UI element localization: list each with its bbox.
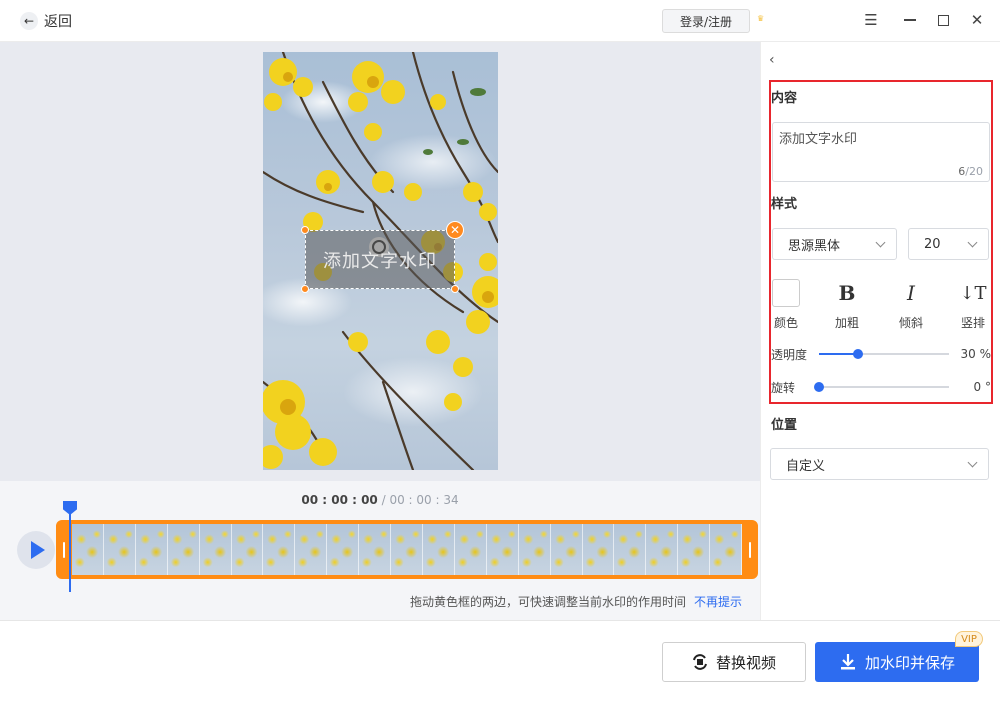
replace-video-label: 替换视频 xyxy=(715,653,776,672)
current-time: 00 : 00 : 00 xyxy=(301,493,378,507)
chevron-down-icon xyxy=(875,237,886,247)
vertical-text-icon: ↓T xyxy=(959,282,987,304)
position-value: 自定义 xyxy=(786,458,826,474)
watermark-delete-icon[interactable]: ✕ xyxy=(446,221,464,239)
font-size-select[interactable]: 20 xyxy=(908,228,989,260)
close-icon[interactable]: ✕ xyxy=(969,11,985,29)
vip-crown-icon: ♛ xyxy=(757,14,765,23)
trim-handle-right[interactable] xyxy=(749,542,751,558)
watermark-text-box[interactable]: 添加文字水印 xyxy=(305,230,455,289)
bold-button[interactable]: B 加粗 xyxy=(827,278,867,331)
title-bar: ← 返回 登录/注册 ♛ ☰ ✕ xyxy=(0,0,1000,42)
watermark-settings-panel: ‹ 内容 添加文字水印 6/20 样式 思源黑体 20 颜色 B 加粗 I 倾斜… xyxy=(760,42,1000,620)
resize-handle[interactable] xyxy=(301,226,309,234)
color-button[interactable]: 颜色 xyxy=(766,278,806,331)
italic-label: 倾斜 xyxy=(898,316,923,330)
content-title: 内容 xyxy=(771,91,798,106)
rotation-value: 0 ° xyxy=(973,380,991,394)
color-swatch xyxy=(772,279,800,307)
maximize-icon[interactable] xyxy=(935,12,951,28)
play-button[interactable] xyxy=(17,531,55,569)
rotation-slider-row: 旋转 0 ° xyxy=(771,379,991,395)
bold-label: 加粗 xyxy=(834,316,859,330)
watermark-duration-track[interactable] xyxy=(56,520,758,579)
timeline-hint: 拖动黄色框的两边，可快速调整当前水印的作用时间 不再提示 xyxy=(410,593,742,610)
login-register-button[interactable]: 登录/注册 xyxy=(662,9,750,33)
rotation-slider-thumb[interactable] xyxy=(814,382,824,392)
vip-badge: VIP xyxy=(955,631,983,647)
watermark-text-input[interactable]: 添加文字水印 6/20 xyxy=(772,122,990,182)
bold-icon: B xyxy=(838,281,856,305)
menu-icon[interactable]: ☰ xyxy=(863,11,879,29)
resize-handle[interactable] xyxy=(301,285,309,293)
position-title: 位置 xyxy=(771,418,798,433)
hint-text: 拖动黄色框的两边，可快速调整当前水印的作用时间 xyxy=(409,595,686,609)
thumbnail-strip xyxy=(72,524,743,575)
playhead-marker-icon[interactable] xyxy=(63,501,77,515)
vertical-text-button[interactable]: ↓T 竖排 xyxy=(953,278,993,331)
total-time: 00 : 00 : 34 xyxy=(389,493,459,507)
dont-show-again-link[interactable]: 不再提示 xyxy=(694,595,742,609)
vertical-text-label: 竖排 xyxy=(960,316,985,330)
resize-handle[interactable] xyxy=(451,285,459,293)
trim-handle-left[interactable] xyxy=(63,542,65,558)
time-separator: / xyxy=(377,493,390,507)
chevron-left-icon[interactable]: ‹ xyxy=(769,52,775,68)
back-label: 返回 xyxy=(44,14,72,30)
save-with-watermark-button[interactable]: 加水印并保存 xyxy=(815,642,979,682)
back-button[interactable]: ← 返回 xyxy=(20,11,72,31)
timeline-area: 00 : 00 : 00 / 00 : 00 : 34 拖动黄色框的两边，可快速… xyxy=(0,481,760,620)
timecode: 00 : 00 : 00 / 00 : 00 : 34 xyxy=(0,493,760,507)
rotation-label: 旋转 xyxy=(771,380,796,395)
playhead[interactable] xyxy=(69,502,71,592)
download-icon xyxy=(840,654,855,670)
style-title: 样式 xyxy=(771,197,798,212)
save-label: 加水印并保存 xyxy=(864,653,955,672)
opacity-slider-row: 透明度 30 % xyxy=(771,346,991,362)
watermark-text-value: 添加文字水印 xyxy=(779,132,858,147)
opacity-slider[interactable] xyxy=(819,349,949,359)
chevron-down-icon xyxy=(967,457,978,467)
arrow-left-icon: ← xyxy=(20,12,38,30)
opacity-value: 30 % xyxy=(960,347,992,361)
italic-icon: I xyxy=(907,281,915,305)
minimize-icon[interactable] xyxy=(902,12,918,28)
font-family-select[interactable]: 思源黑体 xyxy=(772,228,897,260)
rotation-slider[interactable] xyxy=(814,382,949,392)
video-preview-area: 添加文字水印 ✕ xyxy=(0,42,760,481)
position-select[interactable]: 自定义 xyxy=(770,448,989,480)
font-family-value: 思源黑体 xyxy=(788,238,841,254)
opacity-label: 透明度 xyxy=(771,347,808,362)
chevron-down-icon xyxy=(967,237,978,247)
replace-video-button[interactable]: 替换视频 xyxy=(662,642,806,682)
replace-icon xyxy=(693,654,707,670)
font-size-value: 20 xyxy=(924,236,941,252)
color-label: 颜色 xyxy=(773,316,798,330)
bottom-action-bar: 替换视频 加水印并保存 VIP xyxy=(0,620,1000,701)
italic-button[interactable]: I 倾斜 xyxy=(891,278,931,331)
opacity-slider-thumb[interactable] xyxy=(853,349,863,359)
char-counter: 6/20 xyxy=(958,165,983,178)
